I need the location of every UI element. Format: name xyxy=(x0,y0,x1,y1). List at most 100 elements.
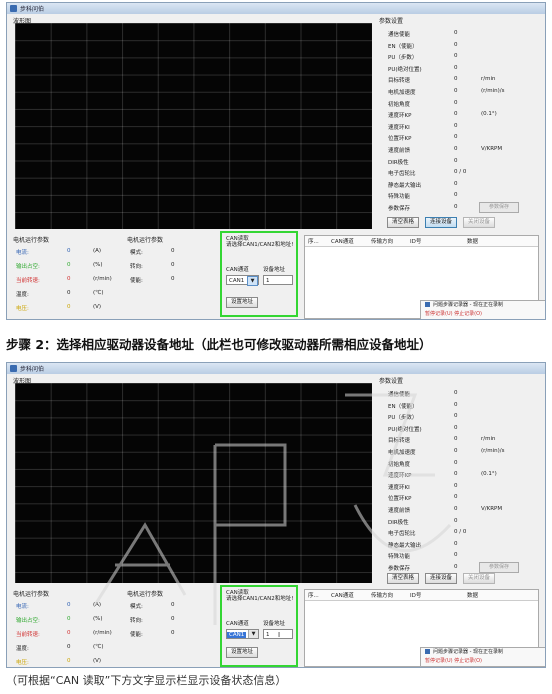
param-value[interactable]: 0 xyxy=(454,111,458,117)
col-data: 数据 xyxy=(467,593,479,599)
can-channel-label: CAN通道 xyxy=(226,267,249,273)
param-rows: 通信使能 0 EN（使能） 0 PU（步数） 0 PU(绝对位置) 0 目标转速 0 r/min 电机… xyxy=(379,29,539,215)
param-row: PU(绝对位置) 0 xyxy=(379,64,539,76)
set-address-button[interactable]: 设置地址 xyxy=(226,647,259,658)
col-direction: 传输方向 xyxy=(371,593,394,599)
param-value[interactable]: 0 xyxy=(454,402,458,408)
motor-param-unit: (℃) xyxy=(93,644,104,650)
param-label: 通信使能 xyxy=(388,392,411,398)
clear-table-button[interactable]: 清空表格 xyxy=(387,217,420,228)
param-value[interactable]: 0 xyxy=(454,448,458,454)
param-settings-title: 参数设置 xyxy=(379,378,404,385)
param-value[interactable]: 0 xyxy=(454,181,458,187)
param-save-button[interactable]: 参数保存 xyxy=(479,561,519,573)
motor-param-label: 当前转速: xyxy=(16,278,40,284)
param-label: 电子齿轮比 xyxy=(388,171,416,178)
param-row: 静态最大输出 0 xyxy=(379,180,539,192)
set-address-button[interactable]: 设置地址 xyxy=(226,297,259,308)
param-value[interactable]: 0 xyxy=(454,123,458,129)
motor-param-value: 0 xyxy=(67,262,71,268)
chevron-down-icon[interactable]: ▼ xyxy=(248,630,258,638)
param-unit: (0.1°) xyxy=(481,111,497,118)
param-value[interactable]: 0 xyxy=(454,506,458,512)
device-address-label: 设备地址 xyxy=(263,267,286,273)
param-value[interactable]: 0 xyxy=(454,552,458,558)
param-value[interactable]: 0 xyxy=(454,460,458,466)
motor-param-unit: (r/min) xyxy=(93,630,112,636)
param-value[interactable]: 0 xyxy=(454,564,458,570)
col-direction: 传输方向 xyxy=(371,239,394,245)
device-buttons: 清空表格 连接设备 关闭设备 xyxy=(387,573,496,584)
can-channel-select[interactable]: CAN1 ▼ xyxy=(226,275,259,286)
param-unit: r/min xyxy=(481,436,496,443)
disconnect-device-button[interactable]: 关闭设备 xyxy=(463,217,496,228)
log-table-header: 序... CAN通道 传输方向 ID号 数据 xyxy=(305,236,538,247)
param-row: 速度环KP 0 (0.1°) xyxy=(379,470,539,482)
motor-param-row: 当前转速: 0 (r/min) xyxy=(13,276,123,290)
connect-device-button[interactable]: 连接设备 xyxy=(425,217,458,228)
chevron-down-icon[interactable]: ▼ xyxy=(247,276,258,286)
param-row: EN（使能） 0 xyxy=(379,401,539,413)
motor-status-value: 0 xyxy=(171,602,175,608)
param-value[interactable]: 0 xyxy=(454,471,458,477)
param-value[interactable]: 0 xyxy=(454,413,458,419)
waveform-display xyxy=(15,383,372,583)
param-value[interactable]: 0 xyxy=(454,134,458,140)
disconnect-device-button[interactable]: 关闭设备 xyxy=(463,573,496,584)
motor-param-label: 电流: xyxy=(16,604,29,610)
motor-param-unit: (℃) xyxy=(93,290,104,296)
device-address-input[interactable]: 1 xyxy=(263,275,293,285)
param-value[interactable]: 0 xyxy=(454,518,458,524)
motor-param-label: 电流: xyxy=(16,250,29,256)
param-label: 特殊功能 xyxy=(388,554,411,561)
param-value[interactable]: 0 xyxy=(454,100,458,106)
param-label: EN（使能） xyxy=(388,403,418,410)
param-unit: (0.1°) xyxy=(481,471,497,478)
param-value[interactable]: 0 xyxy=(454,88,458,94)
param-value[interactable]: 0 xyxy=(454,42,458,48)
can-channel-value: CAN1 xyxy=(229,278,245,284)
motor-param-label: 温度: xyxy=(16,292,29,298)
param-row: 速度前馈 0 V/KRPM xyxy=(379,145,539,157)
param-value[interactable]: 0 / 0 xyxy=(454,169,466,175)
param-value[interactable]: 0 xyxy=(454,158,458,164)
can-status-text: 请选择CAN1/CAN2和地址! xyxy=(226,596,294,602)
param-value[interactable]: 0 xyxy=(454,390,458,396)
param-value[interactable]: 0 xyxy=(454,204,458,210)
motor-status-label: 转向: xyxy=(130,618,143,624)
clear-table-button[interactable]: 清空表格 xyxy=(387,573,420,584)
motor-param-row: 电流: 0 (A) xyxy=(13,602,123,616)
connect-device-button[interactable]: 连接设备 xyxy=(425,573,458,584)
param-value[interactable]: 0 xyxy=(454,436,458,442)
motor-param-value: 0 xyxy=(67,290,71,296)
param-value[interactable]: 0 xyxy=(454,494,458,500)
param-row: DIR极性 0 xyxy=(379,517,539,529)
param-value[interactable]: 0 xyxy=(454,53,458,59)
motor-run-params: 电机运行参数 电流: 0 (A) 输出占空: 0 (%) 当前转速: 0 (r/min) 温度: 0… xyxy=(13,235,123,318)
param-row: 速度环KI 0 xyxy=(379,482,539,494)
device-address-input[interactable]: 1 I xyxy=(263,629,293,639)
param-value[interactable]: 0 xyxy=(454,192,458,198)
recorder-controls[interactable]: 暂停记录(U) 停止记录(O) xyxy=(421,657,545,666)
param-value[interactable]: 0 xyxy=(454,65,458,71)
motor-status-row: 转向: 0 xyxy=(127,262,212,276)
param-value[interactable]: 0 xyxy=(454,483,458,489)
device-address-label: 设备地址 xyxy=(263,621,286,627)
param-value[interactable]: 0 / 0 xyxy=(454,529,466,535)
recorder-controls[interactable]: 暂停记录(U) 停止记录(O) xyxy=(421,310,545,319)
param-label: 速度前馈 xyxy=(388,507,411,514)
can-channel-select[interactable]: CAN1 ▼ xyxy=(226,629,259,639)
param-value[interactable]: 0 xyxy=(454,425,458,431)
param-value[interactable]: 0 xyxy=(454,30,458,36)
param-save-button[interactable]: 参数保存 xyxy=(479,201,519,213)
param-row: DIR极性 0 xyxy=(379,157,539,169)
param-unit: r/min xyxy=(481,76,496,83)
can-status-text: 请选择CAN1/CAN2和地址! xyxy=(226,242,294,248)
param-value[interactable]: 0 xyxy=(454,146,458,152)
param-value[interactable]: 0 xyxy=(454,76,458,82)
title-bar: 步科问伯 xyxy=(7,363,545,374)
param-label: 静态最大输出 xyxy=(388,542,422,549)
can-channel-value: CAN1 xyxy=(227,632,247,638)
window-title: 步科问伯 xyxy=(20,6,45,13)
param-value[interactable]: 0 xyxy=(454,541,458,547)
